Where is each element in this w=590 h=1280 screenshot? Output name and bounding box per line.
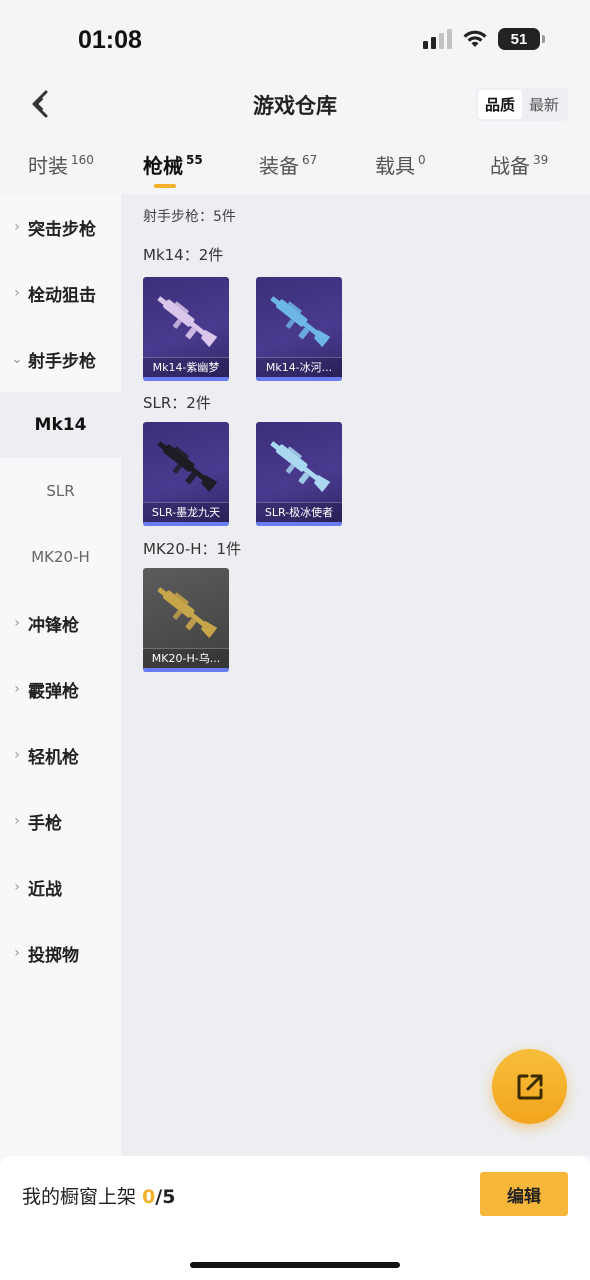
tab-firearms[interactable]: 枪械 55 bbox=[143, 150, 203, 179]
sidebar-item-bolt-sniper[interactable]: › 栓动狙击 bbox=[0, 260, 121, 326]
sidebar-subitem-mk14[interactable]: Mk14 bbox=[0, 392, 121, 458]
skin-card[interactable]: SLR-墨龙九天 bbox=[143, 422, 229, 526]
tab-count: 39 bbox=[533, 153, 549, 167]
active-tab-indicator bbox=[154, 184, 176, 188]
showcase-count: 0 bbox=[142, 1186, 156, 1208]
sidebar-item-label: 近战 bbox=[28, 879, 62, 900]
share-button[interactable] bbox=[492, 1049, 567, 1124]
tab-count: 67 bbox=[302, 153, 318, 167]
skin-card[interactable]: SLR-极冰使者 bbox=[256, 422, 342, 526]
sort-option-quality[interactable]: 品质 bbox=[477, 90, 522, 119]
tab-fashion[interactable]: 时装 160 bbox=[28, 150, 94, 179]
sidebar-item-label: 投掷物 bbox=[28, 945, 79, 966]
showcase-label: 我的橱窗上架 bbox=[22, 1186, 137, 1208]
sidebar-item-label: 轻机枪 bbox=[28, 747, 79, 768]
item-list: 射手步枪：5件 Mk14：2件 Mk14-紫幽梦 Mk14-冰河... SLR：… bbox=[121, 194, 590, 1156]
rifle-image bbox=[270, 296, 331, 348]
sidebar-item-smg[interactable]: › 冲锋枪 bbox=[0, 590, 121, 656]
category-tabs: 时装 160 枪械 55 装备 67 载具 0 战备 39 bbox=[0, 140, 590, 194]
sort-toggle: 品质 最新 bbox=[475, 88, 568, 121]
sidebar-item-label: 栓动狙击 bbox=[28, 285, 96, 306]
rarity-bar bbox=[256, 377, 342, 381]
skin-card[interactable]: Mk14-冰河... bbox=[256, 277, 342, 381]
skin-card[interactable]: Mk14-紫幽梦 bbox=[143, 277, 229, 381]
rifle-image bbox=[157, 441, 218, 493]
chevron-right-icon: › bbox=[14, 285, 20, 301]
rifle-image bbox=[157, 296, 218, 348]
chevron-right-icon: › bbox=[14, 813, 20, 829]
tab-equipment[interactable]: 装备 67 bbox=[259, 150, 317, 179]
rarity-bar bbox=[143, 668, 229, 672]
chevron-right-icon: › bbox=[14, 945, 20, 961]
sidebar-subitem-slr[interactable]: SLR bbox=[0, 458, 121, 524]
home-indicator bbox=[190, 1262, 400, 1268]
status-bar: 01:08 51 bbox=[0, 0, 590, 78]
group-title-slr: SLR：2件 bbox=[143, 394, 211, 412]
tab-count: 160 bbox=[71, 153, 94, 167]
category-summary: 射手步枪：5件 bbox=[143, 209, 236, 225]
external-link-icon bbox=[517, 1074, 542, 1099]
sidebar-item-assault-rifle[interactable]: › 突击步枪 bbox=[0, 194, 121, 260]
tab-count: 0 bbox=[418, 153, 426, 167]
group-title-mk20h: MK20-H：1件 bbox=[143, 540, 242, 558]
rarity-bar bbox=[143, 522, 229, 526]
tab-label: 载具 bbox=[375, 154, 415, 178]
sidebar-subitem-mk20h[interactable]: MK20-H bbox=[0, 524, 121, 590]
sidebar-item-label: SLR bbox=[46, 482, 75, 500]
tab-label: 战备 bbox=[490, 154, 530, 178]
chevron-down-icon: ⌄ bbox=[11, 351, 23, 367]
sidebar-item-label: 射手步枪 bbox=[28, 351, 96, 372]
chevron-right-icon: › bbox=[14, 219, 20, 235]
skin-name: Mk14-紫幽梦 bbox=[143, 357, 229, 377]
tab-vehicles[interactable]: 载具 0 bbox=[375, 150, 426, 179]
tab-label: 时装 bbox=[28, 154, 68, 178]
rarity-bar bbox=[143, 377, 229, 381]
rifle-image bbox=[270, 441, 331, 493]
cellular-signal-icon bbox=[423, 29, 452, 49]
battery-icon: 51 bbox=[498, 28, 545, 50]
rarity-bar bbox=[256, 522, 342, 526]
wifi-icon bbox=[463, 30, 487, 47]
sidebar-item-pistol[interactable]: › 手枪 bbox=[0, 788, 121, 854]
group-title-mk14: Mk14：2件 bbox=[143, 246, 224, 264]
chevron-right-icon: › bbox=[14, 879, 20, 895]
tab-label: 枪械 bbox=[143, 154, 183, 178]
weapon-type-sidebar: › 突击步枪 › 栓动狙击 ⌄ 射手步枪 Mk14 SLR MK20-H › 冲… bbox=[0, 194, 121, 1156]
sidebar-item-lmg[interactable]: › 轻机枪 bbox=[0, 722, 121, 788]
skin-name: SLR-墨龙九天 bbox=[143, 502, 229, 522]
status-time: 01:08 bbox=[78, 26, 142, 54]
showcase-total: /5 bbox=[155, 1186, 176, 1208]
rifle-image bbox=[157, 587, 218, 639]
status-icons: 51 bbox=[423, 28, 545, 50]
chevron-right-icon: › bbox=[14, 681, 20, 697]
sidebar-item-throwable[interactable]: › 投掷物 bbox=[0, 920, 121, 986]
sidebar-item-label: 突击步枪 bbox=[28, 219, 96, 240]
tab-supplies[interactable]: 战备 39 bbox=[490, 150, 548, 179]
sidebar-item-label: 霰弹枪 bbox=[28, 681, 79, 702]
sidebar-item-label: Mk14 bbox=[34, 415, 87, 435]
sidebar-item-melee[interactable]: › 近战 bbox=[0, 854, 121, 920]
sidebar-item-shotgun[interactable]: › 霰弹枪 bbox=[0, 656, 121, 722]
tab-count: 55 bbox=[186, 153, 203, 167]
sidebar-item-label: MK20-H bbox=[31, 548, 90, 566]
sidebar-item-label: 手枪 bbox=[28, 813, 62, 834]
skin-card[interactable]: MK20-H-乌... bbox=[143, 568, 229, 672]
showcase-status: 我的橱窗上架 0/5 bbox=[22, 1182, 175, 1209]
skin-name: MK20-H-乌... bbox=[143, 648, 229, 668]
header: 游戏仓库 品质 最新 bbox=[0, 78, 590, 134]
sidebar-item-label: 冲锋枪 bbox=[28, 615, 79, 636]
showcase-bar: 我的橱窗上架 0/5 编辑 bbox=[0, 1156, 590, 1280]
sidebar-item-marksman-rifle[interactable]: ⌄ 射手步枪 bbox=[0, 326, 121, 392]
edit-button[interactable]: 编辑 bbox=[480, 1172, 568, 1216]
sort-option-latest[interactable]: 最新 bbox=[522, 90, 566, 119]
chevron-right-icon: › bbox=[14, 747, 20, 763]
chevron-right-icon: › bbox=[14, 615, 20, 631]
tab-label: 装备 bbox=[259, 154, 299, 178]
skin-name: Mk14-冰河... bbox=[256, 357, 342, 377]
skin-name: SLR-极冰使者 bbox=[256, 502, 342, 522]
